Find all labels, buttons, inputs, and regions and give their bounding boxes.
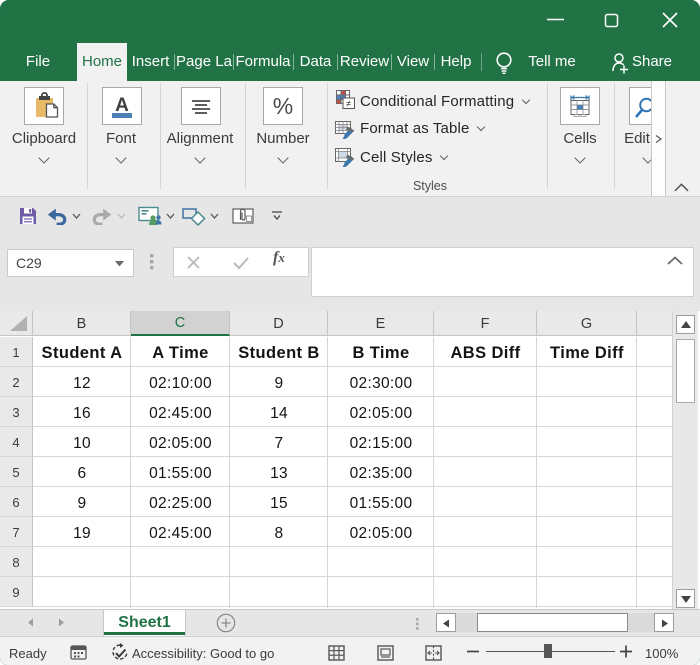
svg-text:≠: ≠ <box>346 99 351 109</box>
svg-text:A: A <box>115 95 129 116</box>
svg-text:%: % <box>273 93 293 119</box>
